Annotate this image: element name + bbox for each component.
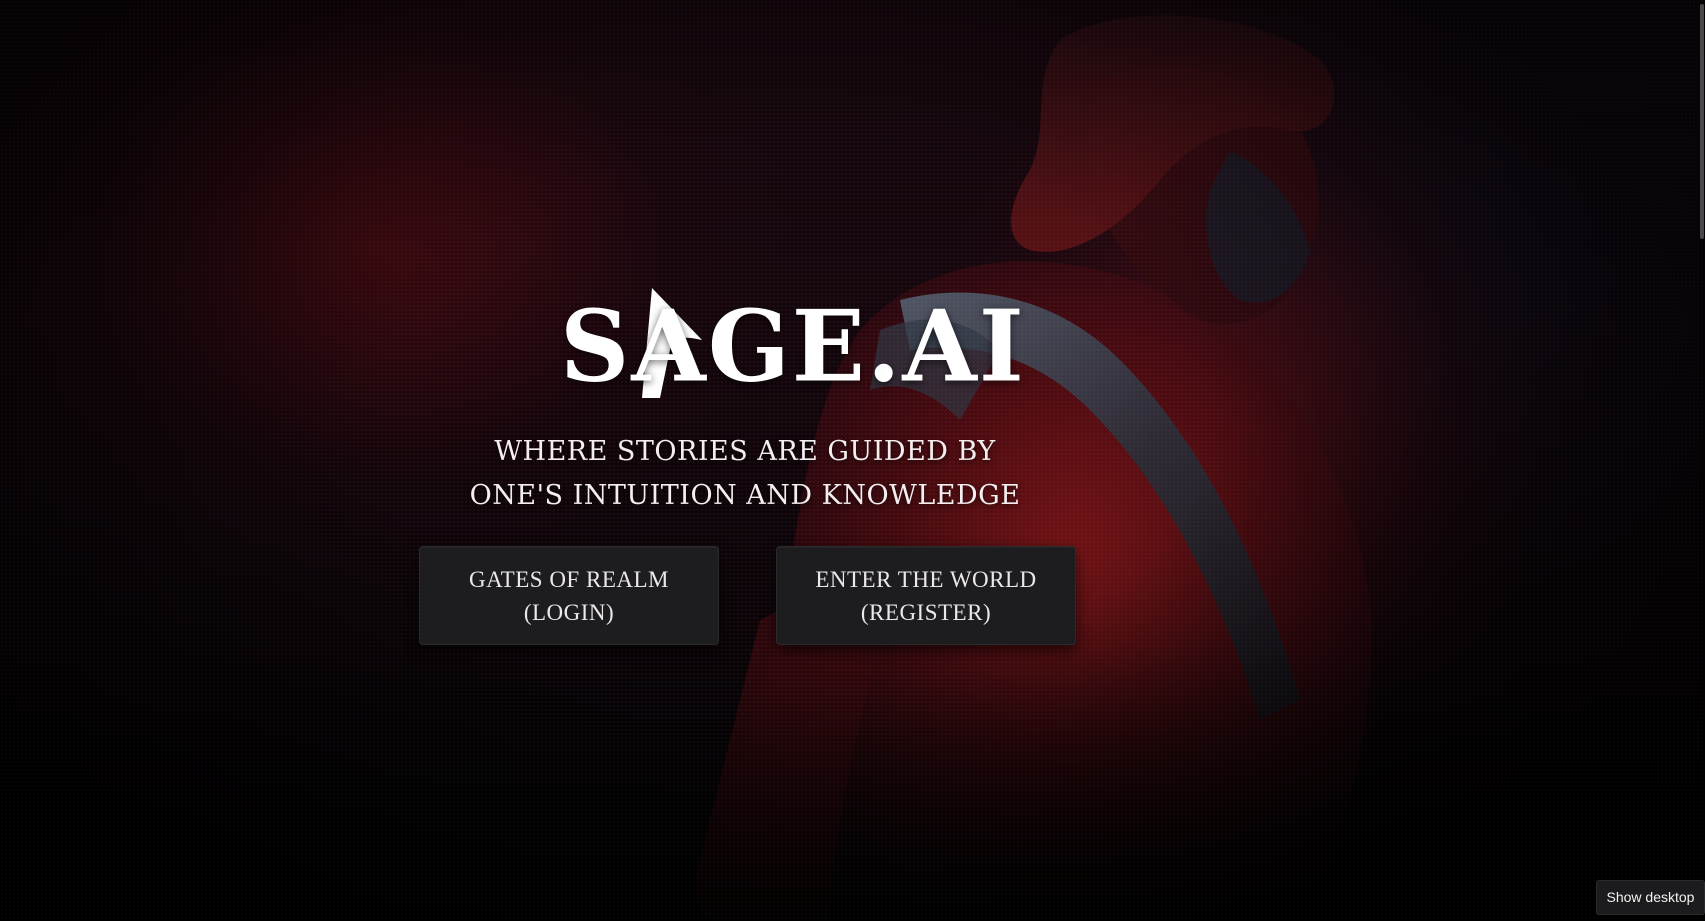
login-button-label: GATES OF REALM [469, 566, 669, 592]
show-desktop-button[interactable]: Show desktop [1596, 880, 1705, 915]
landing-page: SAGE.AI WHERE STORIES ARE GUIDED BY ONE'… [0, 0, 1705, 921]
login-button[interactable]: GATES OF REALM (LOGIN) [419, 546, 719, 645]
logo: SAGE.AI [560, 282, 1026, 412]
tagline-line-1: WHERE STORIES ARE GUIDED BY [494, 436, 996, 467]
logo-text: SAGE.AI [560, 288, 1026, 405]
register-button-label: ENTER THE WORLD [815, 566, 1037, 592]
register-button-sublabel: (REGISTER) [860, 599, 992, 625]
tagline: WHERE STORIES ARE GUIDED BY ONE'S INTUIT… [440, 430, 1050, 518]
tagline-line-2: ONE'S INTUITION AND KNOWLEDGE [469, 480, 1021, 511]
register-button[interactable]: ENTER THE WORLD (REGISTER) [776, 546, 1076, 645]
hero-section: SAGE.AI WHERE STORIES ARE GUIDED BY ONE'… [0, 0, 1705, 921]
login-button-sublabel: (LOGIN) [523, 599, 615, 625]
scrollbar-thumb[interactable] [1700, 4, 1704, 239]
